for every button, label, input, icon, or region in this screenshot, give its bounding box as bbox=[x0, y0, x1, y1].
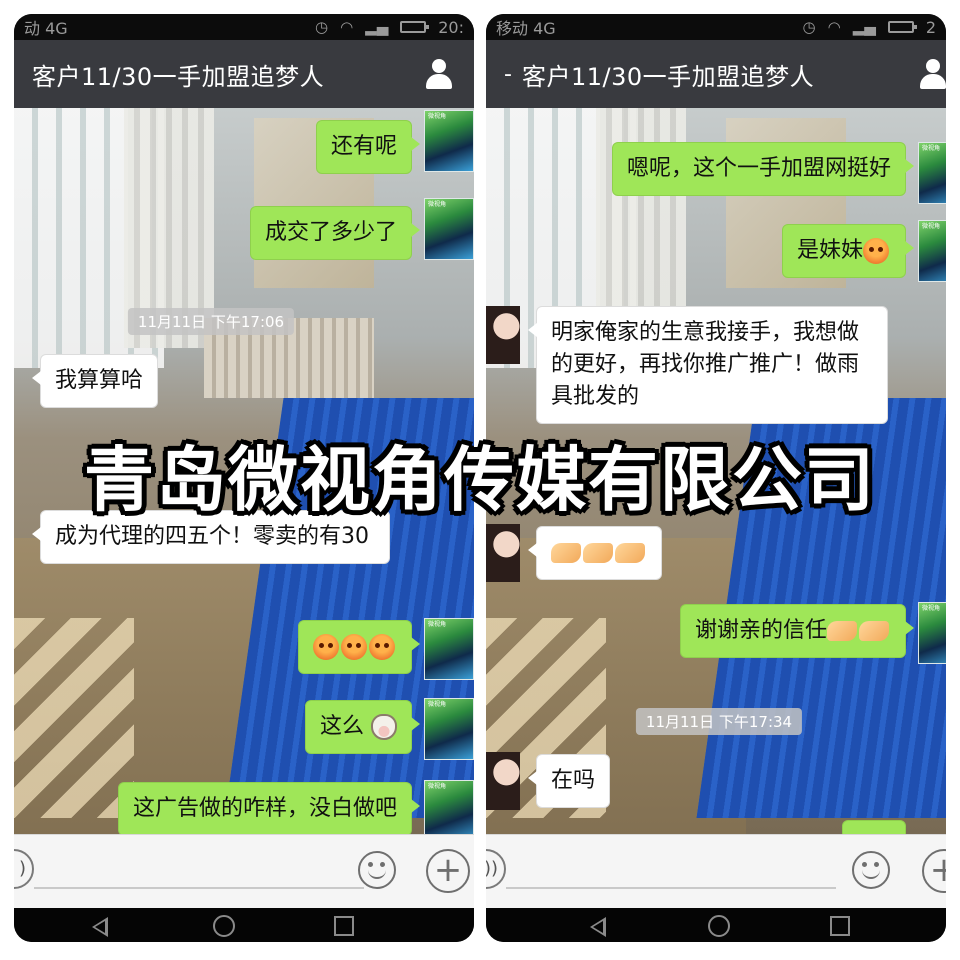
sent-message-bubble[interactable]: 嗯呢，这个一手加盟网挺好 bbox=[611, 142, 915, 196]
chat-title: 客户11/30一手加盟追梦人 bbox=[32, 62, 325, 91]
nav-recents-icon[interactable] bbox=[334, 916, 354, 936]
wifi-icon: ◠ bbox=[827, 18, 841, 36]
left-phone-screen: 动 4G ◷ ◠ ▂▄ 20: 客户11/30一手加盟追梦人 微视角 还有呢 微… bbox=[14, 14, 474, 942]
message-input[interactable] bbox=[506, 887, 836, 889]
contact-info-icon[interactable] bbox=[422, 57, 456, 91]
message-text: 这广告做的咋样，没白做吧 bbox=[132, 796, 397, 821]
message-text: 还有呢 bbox=[330, 134, 397, 159]
contact-avatar[interactable] bbox=[486, 752, 520, 810]
voice-input-icon[interactable]: )) bbox=[486, 849, 506, 889]
contact-avatar[interactable] bbox=[486, 306, 520, 364]
nav-recents-icon[interactable] bbox=[830, 916, 850, 936]
self-avatar[interactable]: 微视角 bbox=[424, 698, 474, 760]
chat-header: 客户11/30一手加盟追梦人 bbox=[14, 40, 474, 108]
avatar-label: 微视角 bbox=[428, 783, 447, 790]
message-text: 谢谢亲的信任 bbox=[694, 618, 827, 643]
angry-face-emoji bbox=[341, 634, 367, 660]
nav-home-icon[interactable] bbox=[708, 915, 730, 937]
contact-avatar[interactable] bbox=[486, 524, 520, 582]
angry-face-emoji bbox=[369, 634, 395, 660]
message-text: 是妹妹 bbox=[796, 238, 863, 263]
avatar-label: 微视角 bbox=[428, 201, 447, 208]
sent-message-bubble[interactable]: 是妹妹 bbox=[781, 224, 915, 278]
handshake-emoji bbox=[859, 621, 889, 641]
message-text: 成为代理的四五个！零卖的有30 bbox=[55, 524, 369, 549]
voice-input-icon[interactable]: ) bbox=[14, 849, 34, 889]
avatar-label: 微视角 bbox=[922, 145, 941, 152]
android-nav-bar bbox=[14, 908, 474, 942]
chat-input-bar: ) + bbox=[14, 834, 474, 908]
self-avatar[interactable]: 微视角 bbox=[918, 602, 946, 664]
alarm-icon: ◷ bbox=[802, 18, 816, 36]
chat-header: - 客户11/30一手加盟追梦人 bbox=[486, 40, 946, 108]
battery-icon bbox=[400, 21, 430, 33]
self-avatar[interactable]: 微视角 bbox=[424, 780, 474, 834]
received-message-bubble[interactable]: 明家俺家的生意我接手，我想做的更好，再找你推广推广！做雨具批发的 bbox=[528, 306, 888, 424]
sent-message-bubble[interactable]: 这么 bbox=[304, 700, 421, 754]
contact-info-icon[interactable] bbox=[916, 57, 946, 91]
message-input[interactable] bbox=[34, 887, 364, 889]
back-button[interactable]: - bbox=[504, 62, 516, 87]
message-text: 这么 bbox=[319, 714, 364, 739]
wifi-icon: ◠ bbox=[340, 18, 354, 36]
more-actions-icon[interactable]: + bbox=[426, 849, 470, 893]
sent-message-bubble[interactable]: 成交了多少了 bbox=[249, 206, 421, 260]
chat-title: 客户11/30一手加盟追梦人 bbox=[522, 62, 815, 91]
cow-face-emoji bbox=[371, 714, 397, 740]
clock-label: 20: bbox=[438, 17, 464, 37]
carrier-label: 动 4G bbox=[24, 19, 68, 38]
avatar-label: 微视角 bbox=[428, 701, 447, 708]
avatar-label: 微视角 bbox=[922, 605, 941, 612]
self-avatar[interactable]: 微视角 bbox=[424, 110, 474, 172]
signal-icon: ▂▄ bbox=[852, 18, 876, 36]
alarm-icon: ◷ bbox=[314, 18, 329, 36]
sent-message-bubble[interactable] bbox=[842, 820, 906, 834]
right-phone-screen: 移动 4G ◷ ◠ ▂▄ 2 - 客户11/30一手加盟追梦人 微视角 嗯呢，这… bbox=[486, 14, 946, 942]
status-bar: 移动 4G ◷ ◠ ▂▄ 2 bbox=[486, 14, 946, 40]
battery-icon bbox=[887, 21, 917, 33]
message-text: 我算算哈 bbox=[55, 368, 144, 393]
message-timestamp: 11月11日 下午17:06 bbox=[127, 308, 295, 335]
message-text: 成交了多少了 bbox=[264, 220, 397, 245]
avatar-label: 微视角 bbox=[922, 223, 941, 230]
self-avatar[interactable]: 微视角 bbox=[424, 198, 474, 260]
chat-message-list[interactable]: 微视角 嗯呢，这个一手加盟网挺好 微视角 是妹妹 明家俺家的生意我接手，我想做的… bbox=[486, 108, 946, 834]
message-text: 嗯呢，这个一手加盟网挺好 bbox=[626, 156, 891, 181]
signal-icon: ▂▄ bbox=[365, 18, 389, 36]
sent-message-bubble[interactable] bbox=[298, 620, 420, 674]
chat-message-list[interactable]: 微视角 还有呢 微视角 成交了多少了 11月11日 下午17:06 我算算哈 成… bbox=[14, 108, 474, 834]
handshake-emoji bbox=[551, 543, 581, 563]
avatar-label: 微视角 bbox=[428, 621, 447, 628]
self-avatar[interactable]: 微视角 bbox=[918, 142, 946, 204]
android-nav-bar bbox=[486, 908, 946, 942]
sent-message-bubble[interactable]: 还有呢 bbox=[315, 120, 421, 174]
emoji-picker-icon[interactable] bbox=[852, 851, 890, 889]
self-avatar[interactable]: 微视角 bbox=[424, 618, 474, 680]
carrier-label: 移动 4G bbox=[496, 19, 556, 38]
received-message-bubble[interactable]: 在吗 bbox=[527, 754, 611, 808]
message-text: 在吗 bbox=[551, 768, 596, 793]
nav-home-icon[interactable] bbox=[213, 915, 235, 937]
sent-message-bubble[interactable]: 这广告做的咋样，没白做吧 bbox=[117, 782, 421, 834]
handshake-emoji bbox=[615, 543, 645, 563]
message-text: 明家俺家的生意我接手，我想做的更好，再找你推广推广！做雨具批发的 bbox=[551, 320, 860, 409]
more-actions-icon[interactable]: + bbox=[922, 849, 946, 893]
received-message-bubble[interactable] bbox=[528, 526, 662, 580]
clock-label: 2 bbox=[925, 17, 936, 37]
avatar-label: 微视角 bbox=[428, 113, 447, 120]
self-avatar[interactable]: 微视角 bbox=[918, 220, 946, 282]
handshake-emoji bbox=[583, 543, 613, 563]
angry-face-emoji bbox=[313, 634, 339, 660]
received-message-bubble[interactable]: 成为代理的四五个！零卖的有30 bbox=[32, 510, 390, 564]
sent-message-bubble[interactable]: 谢谢亲的信任 bbox=[679, 604, 915, 658]
chat-input-bar: )) + bbox=[486, 834, 946, 908]
received-message-bubble[interactable]: 我算算哈 bbox=[31, 354, 159, 408]
status-bar: 动 4G ◷ ◠ ▂▄ 20: bbox=[14, 14, 474, 40]
nav-back-icon[interactable] bbox=[590, 917, 606, 937]
message-timestamp: 11月11日 下午17:34 bbox=[635, 708, 803, 735]
blushing-face-emoji bbox=[863, 238, 889, 264]
handshake-emoji bbox=[827, 621, 857, 641]
nav-back-icon[interactable] bbox=[92, 917, 108, 937]
emoji-picker-icon[interactable] bbox=[358, 851, 396, 889]
